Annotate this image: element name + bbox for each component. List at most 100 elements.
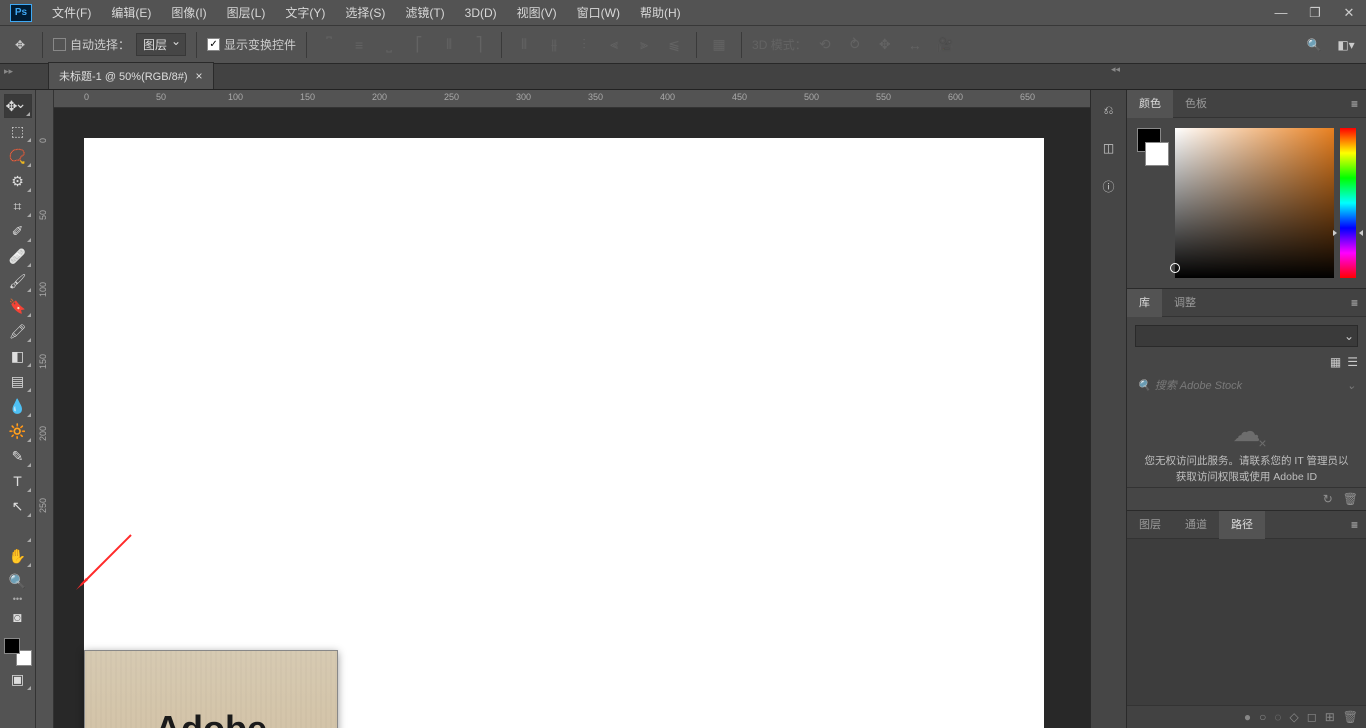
gradient-tool[interactable]: ▤ [4, 369, 32, 393]
history-panel-icon[interactable]: ⎌ [1099, 100, 1119, 120]
close-tab-icon[interactable]: × [196, 69, 203, 83]
move-tool-icon[interactable]: ✥ [8, 33, 32, 57]
marquee-tool[interactable]: ⬚ [4, 119, 32, 143]
menu-layer[interactable]: 图层(L) [217, 0, 276, 26]
eyedropper-tool[interactable]: ✐ [4, 219, 32, 243]
pen-tool[interactable]: ✎ [4, 444, 32, 468]
orbit-icon[interactable]: ⟲ [813, 33, 837, 57]
list-view-icon[interactable]: ☰ [1347, 355, 1358, 369]
paths-body[interactable] [1127, 539, 1366, 705]
path-select-tool[interactable]: ↖ [4, 494, 32, 518]
auto-align-icon[interactable]: ▦ [707, 33, 731, 57]
distribute-left-icon[interactable]: ⫷ [602, 33, 626, 57]
maximize-button[interactable]: ❐ [1298, 1, 1332, 25]
document-tab[interactable]: 未标题-1 @ 50%(RGB/8#) × [48, 62, 214, 89]
load-selection-icon[interactable]: ◌ [1274, 710, 1281, 724]
panel-menu-icon[interactable]: ≡ [1343, 518, 1366, 532]
expand-toolbar-icon[interactable]: ▸▸ [4, 66, 13, 77]
panel-menu-icon[interactable]: ≡ [1343, 296, 1366, 310]
tab-adjustments[interactable]: 调整 [1162, 289, 1208, 317]
delete-path-icon[interactable]: 🗑 [1343, 710, 1358, 724]
menu-edit[interactable]: 编辑(E) [101, 0, 161, 26]
slide-icon[interactable]: ↔ [903, 33, 927, 57]
rectangle-tool[interactable] [4, 519, 32, 543]
distribute-bottom-icon[interactable]: ⫶ [572, 33, 596, 57]
grid-view-icon[interactable]: ▦ [1330, 355, 1341, 369]
type-tool[interactable]: T [4, 469, 32, 493]
menu-window[interactable]: 窗口(W) [567, 0, 630, 26]
minimize-button[interactable]: — [1264, 1, 1298, 25]
dodge-tool[interactable]: 🔆 [4, 419, 32, 443]
healing-tool[interactable]: 🩹 [4, 244, 32, 268]
distribute-vcenter-icon[interactable]: ⫵ [542, 33, 566, 57]
tab-paths[interactable]: 路径 [1219, 511, 1265, 539]
app-logo[interactable]: Ps [10, 4, 32, 22]
eraser-tool[interactable]: ◧ [4, 344, 32, 368]
info-panel-icon[interactable]: ⓘ [1099, 176, 1119, 196]
align-bottom-icon[interactable]: ⎵ [377, 33, 401, 57]
align-right-icon[interactable]: ⎤ [467, 33, 491, 57]
blur-tool[interactable]: 💧 [4, 394, 32, 418]
collapse-panel-icon[interactable]: ◂◂ [1111, 64, 1120, 75]
add-mask-icon[interactable]: ◻ [1307, 710, 1317, 724]
library-search[interactable]: 🔍 搜索 Adobe Stock ⌄ [1135, 373, 1358, 397]
search-icon[interactable]: 🔍 [1302, 33, 1326, 57]
distribute-hcenter-icon[interactable]: ⫸ [632, 33, 656, 57]
history-brush-tool[interactable]: 🖍 [4, 319, 32, 343]
stroke-path-icon[interactable]: ○ [1259, 710, 1266, 724]
stamp-tool[interactable]: 🔖 [4, 294, 32, 318]
close-button[interactable]: ✕ [1332, 1, 1366, 25]
lasso-tool[interactable]: 📿 [4, 144, 32, 168]
screen-mode-icon[interactable]: ▣ [4, 667, 32, 691]
edit-toolbar-icon[interactable]: ••• [13, 594, 22, 604]
auto-select-target[interactable]: 图层 [136, 33, 186, 56]
quick-select-tool[interactable]: ⚙ [4, 169, 32, 193]
dropdown-icon[interactable]: ⌄ [1347, 379, 1356, 392]
align-left-icon[interactable]: ⎡ [407, 33, 431, 57]
make-workpath-icon[interactable]: ◇ [1290, 710, 1299, 724]
tab-channels[interactable]: 通道 [1173, 511, 1219, 539]
fill-path-icon[interactable]: ● [1244, 710, 1251, 724]
background-swatch[interactable] [1145, 142, 1169, 166]
zoom-tool[interactable]: 🔍 [4, 569, 32, 593]
properties-panel-icon[interactable]: ◫ [1099, 138, 1119, 158]
quick-mask-icon[interactable]: ◙ [4, 605, 32, 629]
align-hcenter-icon[interactable]: ⦀ [437, 33, 461, 57]
menu-help[interactable]: 帮助(H) [630, 0, 691, 26]
move-tool[interactable]: ✥ [4, 94, 32, 118]
vertical-ruler[interactable]: 0 50 100 150 200 250 [36, 90, 54, 728]
camera-icon[interactable]: 🎥 [933, 33, 957, 57]
hue-slider-thumb[interactable] [1337, 230, 1359, 233]
doc-layout-icon[interactable]: ◧▾ [1334, 33, 1358, 57]
color-field[interactable] [1175, 128, 1334, 278]
new-path-icon[interactable]: ⊞ [1325, 710, 1335, 724]
horizontal-ruler[interactable]: 0 50 100 150 200 250 300 350 400 450 500… [54, 90, 1090, 108]
tab-swatches[interactable]: 色板 [1173, 90, 1219, 118]
hand-tool[interactable]: ✋ [4, 544, 32, 568]
tab-color[interactable]: 颜色 [1127, 90, 1173, 118]
roll-icon[interactable]: ⥁ [843, 33, 867, 57]
sync-icon[interactable]: ↻ [1323, 492, 1333, 506]
distribute-right-icon[interactable]: ⫹ [662, 33, 686, 57]
panel-menu-icon[interactable]: ≡ [1343, 97, 1366, 111]
menu-type[interactable]: 文字(Y) [275, 0, 335, 26]
menu-image[interactable]: 图像(I) [161, 0, 216, 26]
menu-3d[interactable]: 3D(D) [455, 0, 507, 26]
show-transform-checkbox[interactable]: ✓ 显示变换控件 [207, 36, 296, 53]
canvas[interactable] [84, 138, 1044, 728]
brush-tool[interactable]: 🖌 [4, 269, 32, 293]
pan-icon[interactable]: ✥ [873, 33, 897, 57]
align-vcenter-icon[interactable]: ≡ [347, 33, 371, 57]
tab-libraries[interactable]: 库 [1127, 289, 1162, 317]
align-top-icon[interactable]: ⎴ [317, 33, 341, 57]
delete-icon[interactable]: 🗑 [1343, 492, 1358, 506]
color-swatches[interactable] [4, 638, 32, 666]
library-selector[interactable]: ⌄ [1135, 325, 1358, 347]
hue-slider[interactable] [1340, 128, 1356, 278]
menu-filter[interactable]: 滤镜(T) [395, 0, 454, 26]
auto-select-checkbox[interactable]: 自动选择： [53, 36, 130, 53]
menu-select[interactable]: 选择(S) [335, 0, 395, 26]
tab-layers[interactable]: 图层 [1127, 511, 1173, 539]
foreground-color-swatch[interactable] [4, 638, 20, 654]
distribute-top-icon[interactable]: ⫴ [512, 33, 536, 57]
